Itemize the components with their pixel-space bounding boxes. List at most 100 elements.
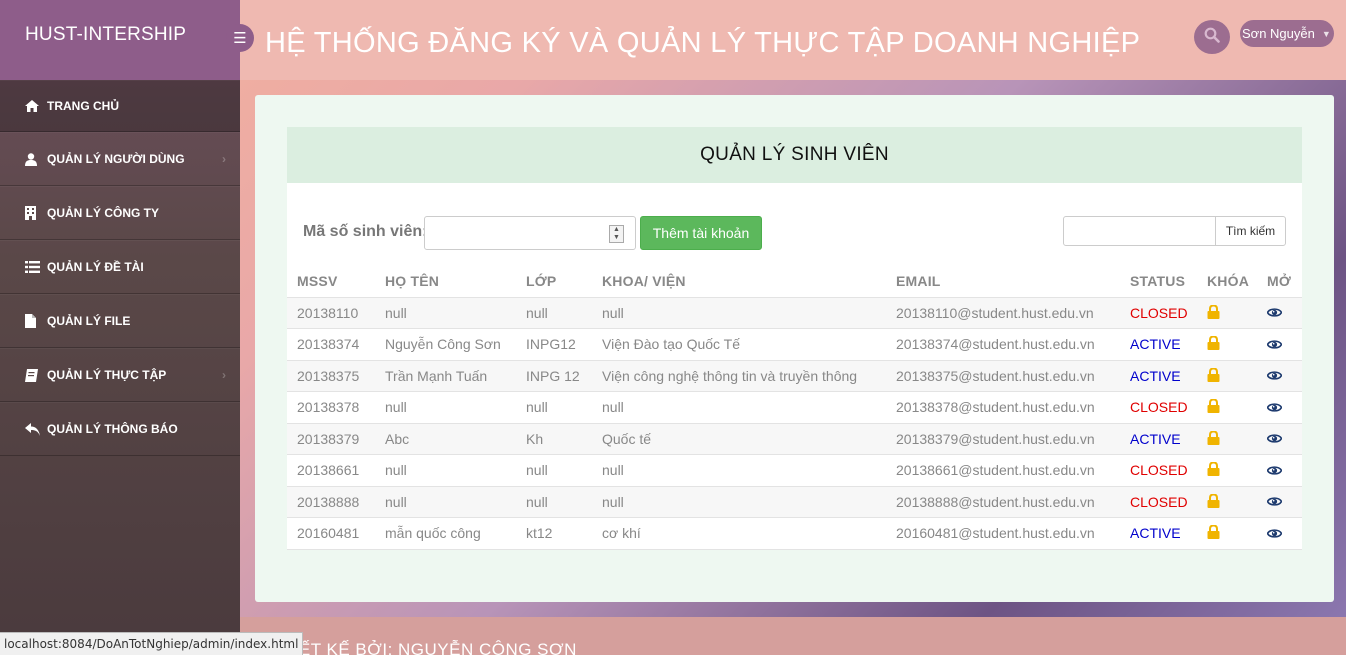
- cell-faculty: Quốc tế: [592, 422, 886, 455]
- panel-body: Mã số sinh viên: ▲ ▼ Thêm tài khoản Tìm …: [287, 183, 1302, 550]
- cell-email: 20138661@student.hust.edu.vn: [886, 454, 1120, 486]
- sidebar-item-topics[interactable]: QUẢN LÝ ĐỀ TÀI: [0, 240, 240, 294]
- table-row: 20138374 Nguyễn Công Sơn INPG12 Viện Đào tạ…: [287, 328, 1302, 360]
- cell-faculty: Viện công nghệ thông tin và truyền thông: [592, 359, 886, 392]
- cell-status: ACTIVE: [1120, 422, 1197, 455]
- cell-faculty: null: [592, 296, 886, 329]
- sidebar-item-internships[interactable]: QUẢN LÝ THỰC TẬP ›: [0, 348, 240, 402]
- search-input[interactable]: [1063, 216, 1216, 246]
- lock-icon[interactable]: [1207, 430, 1220, 448]
- lock-icon[interactable]: [1207, 524, 1220, 542]
- cell-class: kt12: [516, 517, 592, 550]
- column-header-status: STATUS: [1130, 273, 1186, 290]
- lock-icon[interactable]: [1207, 335, 1220, 353]
- home-icon: [25, 100, 47, 112]
- mssv-label: Mã số sinh viên:: [303, 223, 428, 240]
- eye-icon[interactable]: [1266, 400, 1283, 416]
- cell-open: [1257, 422, 1302, 455]
- cell-class: Kh: [516, 422, 592, 455]
- add-account-button[interactable]: Thêm tài khoản: [640, 216, 762, 250]
- cell-class: null: [516, 485, 592, 518]
- footer-credit: THIẾT KẾ BỞI: NGUYỄN CÔNG SƠN: [270, 640, 577, 655]
- cell-email: 20138378@student.hust.edu.vn: [886, 391, 1120, 423]
- cell-lock: [1197, 328, 1257, 360]
- cell-email: 20138888@student.hust.edu.vn: [886, 485, 1120, 518]
- lock-icon[interactable]: [1207, 304, 1220, 322]
- search-button[interactable]: Tìm kiếm: [1215, 216, 1286, 246]
- column-header-faculty: KHOA/ VIỆN: [602, 273, 686, 290]
- cell-faculty: null: [592, 391, 886, 423]
- cell-lock: [1197, 422, 1257, 455]
- cell-open: [1257, 328, 1302, 360]
- eye-icon[interactable]: [1266, 305, 1283, 321]
- cell-name: Nguyễn Công Sơn: [375, 328, 516, 360]
- lock-icon[interactable]: [1207, 493, 1220, 511]
- user-menu-dropdown[interactable]: Sơn Nguyễn ▼: [1240, 20, 1334, 47]
- cell-lock: [1197, 296, 1257, 329]
- menu-toggle-button[interactable]: ☰: [226, 24, 254, 52]
- cell-open: [1257, 391, 1302, 423]
- table-row: 20138888 null null null 20138888@student.hus…: [287, 485, 1302, 518]
- cell-lock: [1197, 454, 1257, 486]
- cell-mssv: 20138375: [287, 359, 375, 392]
- column-header-open: MỞ: [1267, 273, 1292, 290]
- mssv-input[interactable]: ▲ ▼: [424, 216, 636, 250]
- cell-lock: [1197, 517, 1257, 550]
- cell-name: null: [375, 391, 516, 423]
- eye-icon[interactable]: [1266, 368, 1283, 384]
- sidebar-item-home[interactable]: TRANG CHỦ: [0, 80, 240, 132]
- table-row: 20138110 null null null 20138110@student.hus…: [287, 296, 1302, 329]
- sidebar-item-files[interactable]: QUẢN LÝ FILE: [0, 294, 240, 348]
- cell-status: ACTIVE: [1120, 328, 1197, 360]
- reply-icon: [25, 422, 47, 436]
- sidebar-item-users[interactable]: QUẢN LÝ NGƯỜI DÙNG ›: [0, 132, 240, 186]
- cell-name: Abc: [375, 422, 516, 455]
- cell-lock: [1197, 359, 1257, 392]
- lock-icon[interactable]: [1207, 461, 1220, 479]
- sidebar-item-notifications[interactable]: QUẢN LÝ THÔNG BÁO: [0, 402, 240, 456]
- user-icon: [25, 152, 47, 166]
- sidebar-item-label: TRANG CHỦ: [47, 99, 119, 113]
- sidebar-item-label: QUẢN LÝ THỰC TẬP: [47, 368, 167, 382]
- cell-status: ACTIVE: [1120, 359, 1197, 392]
- number-spinner[interactable]: ▲ ▼: [609, 225, 624, 243]
- table-header-row: MSSV HỌ TÊN LỚP KHOA/ VIỆN EMAIL STATUS …: [287, 266, 1302, 297]
- cell-name: null: [375, 454, 516, 486]
- main-card: QUẢN LÝ SINH VIÊN Mã số sinh viên: ▲ ▼ T…: [255, 95, 1334, 602]
- eye-icon[interactable]: [1266, 337, 1283, 353]
- cell-faculty: cơ khí: [592, 517, 886, 550]
- cell-faculty: Viện Đào tạo Quốc Tế: [592, 328, 886, 360]
- column-header-name: HỌ TÊN: [385, 273, 440, 290]
- column-header-lock: KHÓA: [1207, 273, 1250, 290]
- hamburger-icon: ☰: [233, 30, 247, 47]
- cell-lock: [1197, 391, 1257, 423]
- cell-mssv: 20138378: [287, 391, 375, 423]
- sidebar-item-label: QUẢN LÝ THÔNG BÁO: [47, 422, 178, 436]
- brand-logo[interactable]: HUST-INTERSHIP: [0, 0, 240, 80]
- column-header-mssv: MSSV: [297, 273, 338, 290]
- lock-icon[interactable]: [1207, 398, 1220, 416]
- header-search-button[interactable]: [1194, 20, 1230, 54]
- status-bar-url: localhost:8084/DoAnTotNghiep/admin/index…: [0, 632, 304, 655]
- cell-status: CLOSED: [1120, 454, 1197, 486]
- cell-class: null: [516, 391, 592, 423]
- cell-mssv: 20138888: [287, 485, 375, 518]
- eye-icon[interactable]: [1266, 463, 1283, 479]
- cell-name: null: [375, 485, 516, 518]
- sidebar-item-companies[interactable]: QUẢN LÝ CÔNG TY: [0, 186, 240, 240]
- chevron-right-icon: ›: [222, 152, 226, 166]
- cell-name: null: [375, 296, 516, 329]
- cell-mssv: 20138110: [287, 296, 375, 329]
- header: ☰ HỆ THỐNG ĐĂNG KÝ VÀ QUẢN LÝ THỰC TẬP D…: [226, 0, 1346, 80]
- sidebar-item-label: QUẢN LÝ FILE: [47, 314, 131, 328]
- cell-email: 20138375@student.hust.edu.vn: [886, 359, 1120, 392]
- cell-mssv: 20138661: [287, 454, 375, 486]
- eye-icon[interactable]: [1266, 526, 1283, 542]
- eye-icon[interactable]: [1266, 494, 1283, 510]
- spinner-down-icon: ▼: [613, 234, 620, 241]
- list-icon: [25, 261, 47, 273]
- cell-faculty: null: [592, 485, 886, 518]
- lock-icon[interactable]: [1207, 367, 1220, 385]
- sidebar-item-label: QUẢN LÝ CÔNG TY: [47, 206, 160, 220]
- eye-icon[interactable]: [1266, 431, 1283, 447]
